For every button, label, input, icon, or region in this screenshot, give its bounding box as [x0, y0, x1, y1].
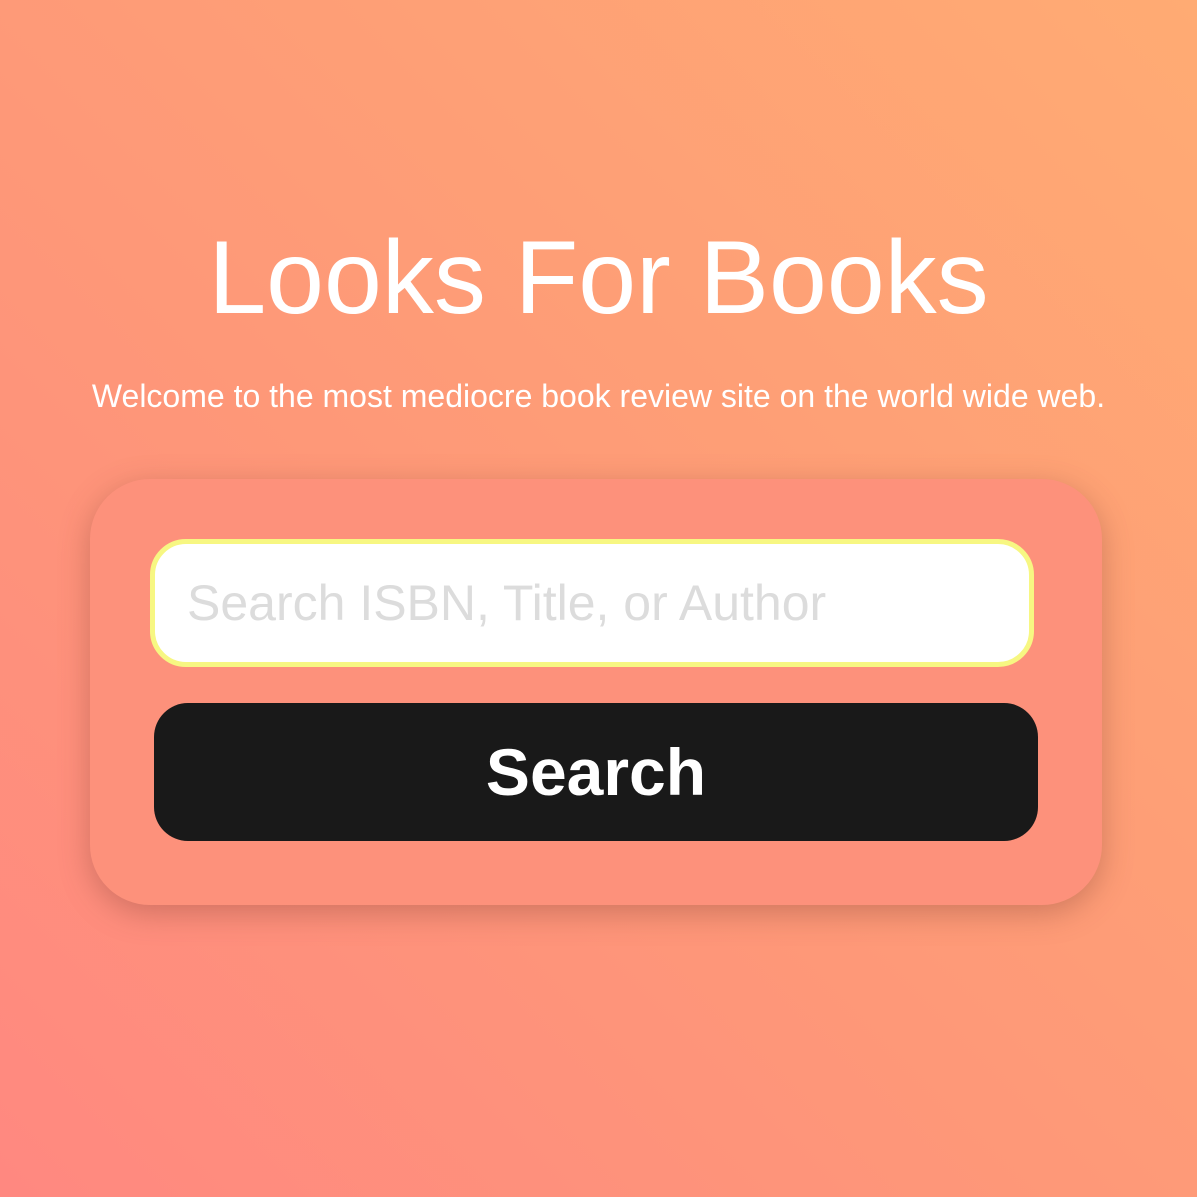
search-card: Search	[90, 479, 1102, 905]
page-title: Looks For Books	[208, 220, 989, 336]
search-button[interactable]: Search	[154, 703, 1038, 841]
page-background: Looks For Books Welcome to the most medi…	[0, 0, 1197, 1197]
page-subtitle: Welcome to the most mediocre book review…	[91, 378, 1106, 414]
search-input[interactable]	[150, 539, 1034, 667]
